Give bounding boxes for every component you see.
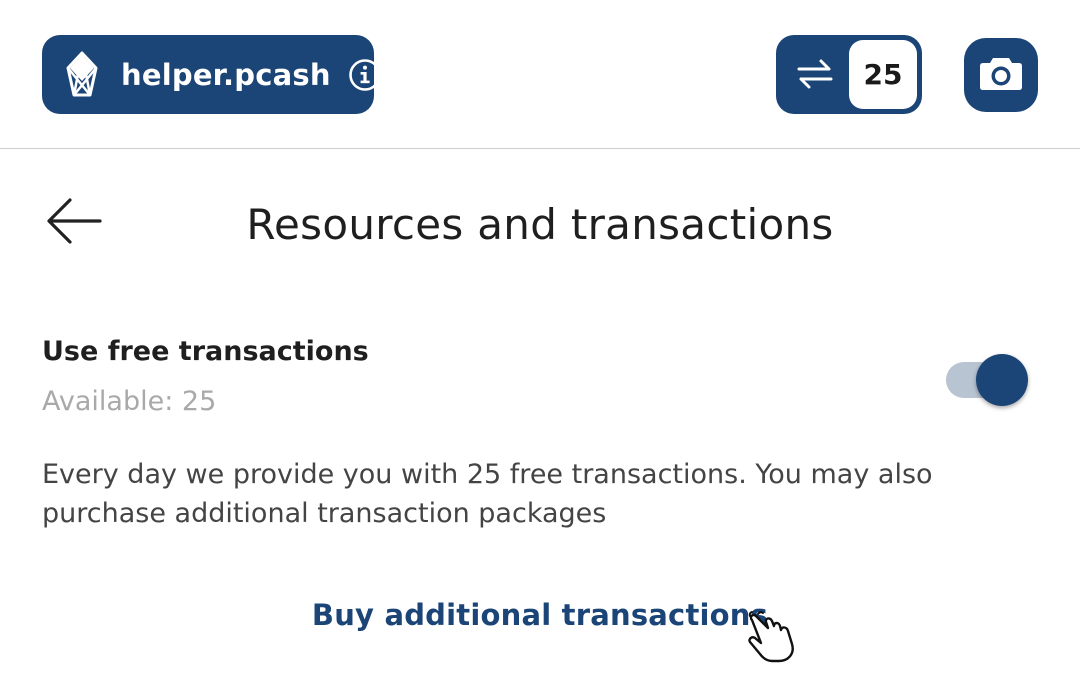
header-divider (0, 148, 1080, 149)
page-title: Resources and transactions (246, 200, 834, 249)
account-button[interactable]: helper.pcash (42, 35, 381, 114)
hand-pointer-icon (744, 610, 802, 664)
transactions-count-badge: 25 (849, 40, 917, 109)
free-transactions-description: Every day we provide you with 25 free tr… (42, 459, 933, 529)
toggle-thumb (976, 354, 1028, 406)
camera-icon (978, 54, 1024, 96)
account-name: helper.pcash (121, 57, 331, 92)
transactions-button[interactable]: 25 (776, 35, 922, 114)
swap-arrows-icon (796, 57, 834, 91)
available-transactions-text: Available: 25 (42, 386, 217, 417)
info-icon[interactable] (348, 58, 382, 92)
free-transactions-toggle[interactable] (946, 354, 1030, 406)
free-transactions-label: Use free transactions (42, 336, 369, 367)
buy-additional-transactions-link[interactable]: Buy additional transactions (0, 598, 1080, 632)
eos-logo-icon (64, 51, 100, 99)
camera-button[interactable] (964, 38, 1038, 112)
